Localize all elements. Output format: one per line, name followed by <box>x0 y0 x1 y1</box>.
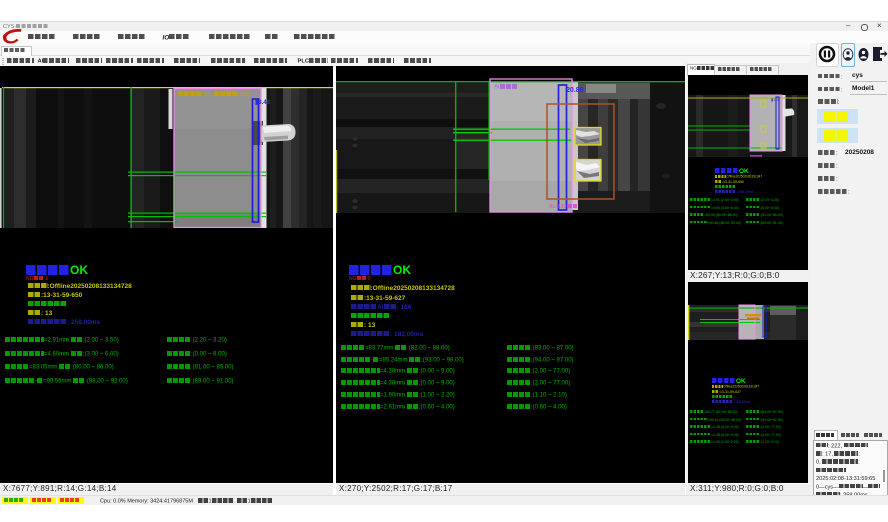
svg-text:▬▬▬: ▬▬▬ <box>750 153 762 158</box>
svg-text:▮1.4: ▮1.4 <box>771 97 780 102</box>
